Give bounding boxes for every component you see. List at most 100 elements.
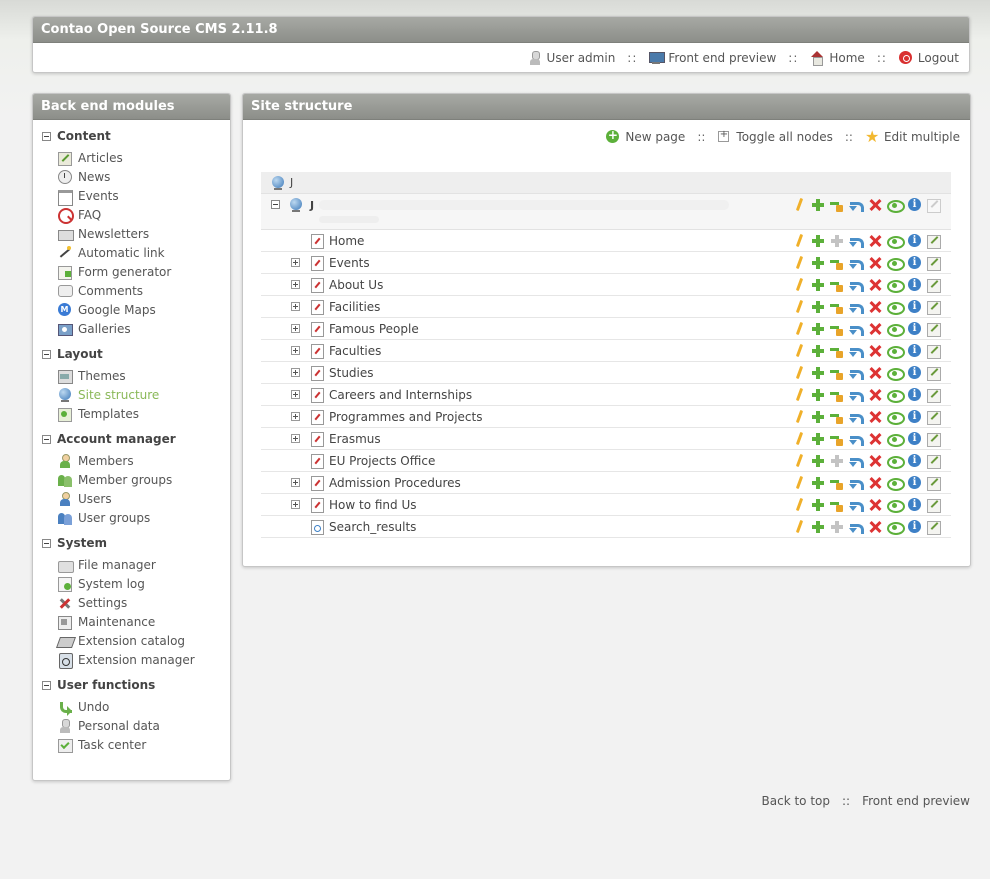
info-icon[interactable]: [908, 432, 922, 446]
delete-icon[interactable]: [868, 476, 882, 490]
sidebar-item-news[interactable]: News: [33, 167, 230, 186]
pencil-icon[interactable]: [792, 234, 806, 248]
paste-into-icon[interactable]: [830, 322, 844, 336]
sidebar-item-form-generator[interactable]: Form generator: [33, 262, 230, 281]
edit-header-icon[interactable]: [927, 476, 941, 491]
edit-header-icon[interactable]: [927, 300, 941, 315]
sidebar-item-comments[interactable]: Comments: [33, 281, 230, 300]
page-name[interactable]: Programmes and Projects: [329, 410, 482, 424]
sidebar-item-articles[interactable]: Articles: [33, 148, 230, 167]
eye-icon[interactable]: [887, 344, 905, 359]
collapse-icon[interactable]: [271, 200, 280, 209]
sidebar-item-system-log[interactable]: System log: [33, 574, 230, 593]
expand-icon[interactable]: [291, 478, 300, 487]
pencil-icon[interactable]: [792, 300, 806, 314]
add-icon[interactable]: [811, 278, 825, 292]
pencil-icon[interactable]: [792, 432, 806, 446]
sidebar-item-members[interactable]: Members: [33, 451, 230, 470]
page-name[interactable]: Famous People: [329, 322, 419, 336]
delete-icon[interactable]: [868, 366, 882, 380]
eye-icon[interactable]: [887, 410, 905, 425]
pencil-icon[interactable]: [792, 520, 806, 534]
paste-into-icon[interactable]: [830, 278, 844, 292]
module-group-title[interactable]: Layout: [42, 347, 230, 361]
expand-icon[interactable]: [291, 412, 300, 421]
info-icon[interactable]: [908, 410, 922, 424]
move-icon[interactable]: [849, 366, 864, 380]
delete-icon[interactable]: [868, 388, 882, 402]
pencil-icon[interactable]: [792, 256, 806, 270]
move-icon[interactable]: [849, 344, 864, 358]
pencil-icon[interactable]: [792, 410, 806, 424]
paste-into-icon[interactable]: [830, 498, 844, 512]
module-group-title[interactable]: System: [42, 536, 230, 550]
move-icon[interactable]: [849, 454, 864, 468]
eye-icon[interactable]: [887, 476, 905, 491]
sidebar-item-google-maps[interactable]: Google Maps: [33, 300, 230, 319]
new-page-button[interactable]: New page: [606, 128, 685, 144]
eye-icon[interactable]: [887, 520, 905, 535]
move-icon[interactable]: [849, 476, 864, 490]
expand-icon[interactable]: [291, 500, 300, 509]
paste-into-icon[interactable]: [830, 520, 844, 534]
move-icon[interactable]: [849, 234, 864, 248]
move-icon[interactable]: [849, 256, 864, 270]
module-group-title[interactable]: Account manager: [42, 432, 230, 446]
add-icon[interactable]: [811, 366, 825, 380]
edit-header-icon[interactable]: [927, 388, 941, 403]
edit-header-icon[interactable]: [927, 322, 941, 337]
page-name[interactable]: Facilities: [329, 300, 380, 314]
move-icon[interactable]: [849, 278, 864, 292]
paste-into-icon[interactable]: [830, 300, 844, 314]
pencil-icon[interactable]: [792, 498, 806, 512]
add-icon[interactable]: [811, 454, 825, 468]
toggle-all-nodes-button[interactable]: Toggle all nodes: [717, 129, 833, 144]
delete-icon[interactable]: [868, 498, 882, 512]
eye-icon[interactable]: [887, 454, 905, 469]
eye-icon[interactable]: [887, 278, 905, 293]
info-icon[interactable]: [908, 476, 922, 490]
expand-icon[interactable]: [291, 434, 300, 443]
eye-icon[interactable]: [887, 388, 905, 403]
info-icon[interactable]: [908, 498, 922, 512]
website-root-label[interactable]: J: [310, 199, 314, 212]
info-icon[interactable]: [908, 322, 922, 336]
paste-into-icon[interactable]: [830, 344, 844, 358]
page-name[interactable]: Erasmus: [329, 432, 381, 446]
move-icon[interactable]: [849, 388, 864, 402]
pencil-icon[interactable]: [792, 388, 806, 402]
edit-header-icon[interactable]: [927, 366, 941, 381]
page-name[interactable]: How to find Us: [329, 498, 417, 512]
delete-icon[interactable]: [868, 278, 882, 292]
delete-icon[interactable]: [868, 256, 882, 270]
move-icon[interactable]: [849, 198, 864, 212]
module-group-title[interactable]: User functions: [42, 678, 230, 692]
pencil-icon[interactable]: [792, 198, 806, 212]
footer-preview-link[interactable]: Front end preview: [862, 794, 970, 808]
edit-header-icon[interactable]: [927, 454, 941, 469]
move-icon[interactable]: [849, 498, 864, 512]
info-icon[interactable]: [908, 366, 922, 380]
page-name[interactable]: About Us: [329, 278, 383, 292]
add-icon[interactable]: [811, 344, 825, 358]
back-to-top-link[interactable]: Back to top: [762, 794, 830, 808]
paste-into-icon[interactable]: [830, 454, 844, 468]
pencil-icon[interactable]: [792, 322, 806, 336]
sidebar-item-maintenance[interactable]: Maintenance: [33, 612, 230, 631]
expand-icon[interactable]: [291, 390, 300, 399]
sidebar-item-member-groups[interactable]: Member groups: [33, 470, 230, 489]
logout-link[interactable]: Logout: [898, 51, 959, 65]
page-name[interactable]: Home: [329, 234, 364, 248]
add-icon[interactable]: [811, 498, 825, 512]
expand-icon[interactable]: [291, 280, 300, 289]
paste-into-icon[interactable]: [830, 366, 844, 380]
sidebar-item-task-center[interactable]: Task center: [33, 735, 230, 754]
info-icon[interactable]: [908, 198, 922, 212]
pencil-icon[interactable]: [792, 344, 806, 358]
move-icon[interactable]: [849, 322, 864, 336]
sidebar-item-extension-catalog[interactable]: Extension catalog: [33, 631, 230, 650]
move-icon[interactable]: [849, 520, 864, 534]
add-icon[interactable]: [811, 410, 825, 424]
sidebar-item-galleries[interactable]: Galleries: [33, 319, 230, 338]
sidebar-item-users[interactable]: Users: [33, 489, 230, 508]
